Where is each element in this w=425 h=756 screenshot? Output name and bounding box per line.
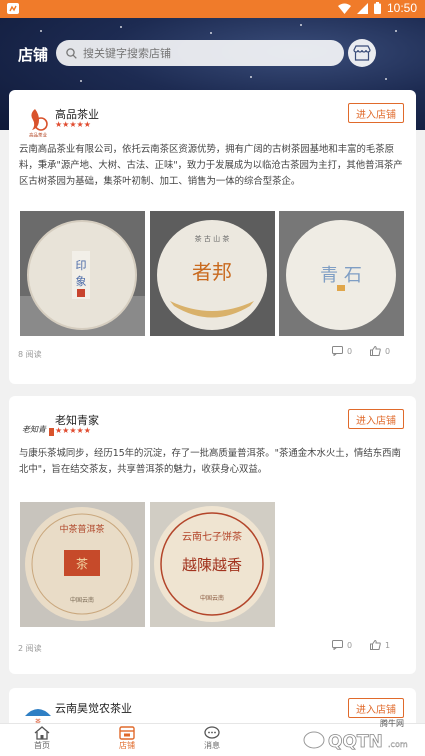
svg-text:象: 象 — [76, 275, 87, 288]
svg-text:者邦: 者邦 — [192, 260, 232, 284]
svg-text:老知青: 老知青 — [22, 425, 47, 434]
read-count: 8 阅读 — [18, 350, 42, 359]
svg-text:QQTN: QQTN — [328, 732, 383, 752]
svg-text:茶 古 山 茶: 茶 古 山 茶 — [195, 234, 230, 243]
enter-shop-button[interactable]: 进入店铺 — [348, 409, 404, 429]
thumbs-up-icon — [370, 346, 381, 356]
comment-count: 0 — [347, 346, 353, 356]
nav-item-messages[interactable]: 消息 — [192, 726, 232, 751]
nav-label: 消息 — [204, 741, 220, 750]
signal-icon — [356, 2, 368, 14]
svg-text:腾牛网: 腾牛网 — [380, 718, 404, 728]
svg-text:中国云南: 中国云南 — [200, 594, 224, 602]
read-count: 2 阅读 — [18, 644, 42, 653]
search-icon — [66, 47, 77, 59]
storefront-icon — [353, 45, 371, 61]
svg-text:印: 印 — [76, 259, 87, 272]
shop-card: 老知青 老知青家 ★★★★★ 进入店铺 与康乐茶城同步，经历15年的沉淀，存了一… — [9, 396, 416, 674]
nav-label: 店铺 — [119, 741, 135, 750]
shop-card: 高品茶业 高品茶业 ★★★★★ 进入店铺 云南高品茶业有限公司，依托云南茶区资源… — [9, 90, 416, 384]
comment-counter[interactable]: 0 — [332, 346, 352, 356]
comment-icon — [332, 640, 343, 650]
notification-icon — [7, 3, 19, 14]
shop-logo: 高品茶业 — [24, 109, 52, 138]
comment-counter[interactable]: 0 — [332, 640, 352, 650]
enter-shop-button[interactable]: 进入店铺 — [348, 103, 404, 123]
thumbs-up-icon — [370, 640, 381, 650]
search-input[interactable] — [83, 46, 313, 60]
shop-photo[interactable]: 中茶普洱茶 茶 中国云南 — [20, 502, 145, 627]
nav-item-home[interactable]: 首页 — [22, 726, 62, 751]
like-count: 0 — [385, 346, 391, 356]
like-count: 1 — [385, 640, 391, 650]
shop-photo[interactable]: 印 象 — [20, 211, 145, 336]
battery-icon — [373, 2, 381, 14]
nav-item-store[interactable]: 店铺 — [107, 726, 147, 751]
comment-count: 0 — [347, 640, 353, 650]
svg-text:中茶普洱茶: 中茶普洱茶 — [59, 523, 104, 535]
shop-logo: 老知青 — [22, 425, 54, 436]
shop-name: 云南昊觉农茶业 — [55, 702, 132, 715]
shop-photo[interactable]: 青 石 — [279, 211, 404, 336]
search-bar[interactable] — [56, 40, 344, 66]
shop-photo[interactable]: 者邦 茶 古 山 茶 — [150, 211, 275, 336]
shop-photo[interactable]: 云南七子饼茶 越陳越香 中国云南 — [150, 502, 275, 627]
comment-icon — [332, 346, 343, 356]
shop-description: 与康乐茶城同步，经历15年的沉淀，存了一批高质量普洱茶。"茶通金木水火土，情结东… — [19, 448, 401, 475]
watermark-logo: 腾牛网 QQTN .com — [303, 718, 408, 752]
message-icon — [204, 726, 220, 739]
svg-text:中国云南: 中国云南 — [70, 596, 94, 604]
nav-label: 首页 — [34, 741, 50, 750]
status-bar: 10:50 — [0, 0, 425, 18]
store-icon — [119, 726, 135, 740]
svg-text:青 石: 青 石 — [320, 265, 362, 286]
svg-text:.com: .com — [388, 740, 408, 749]
shop-description: 云南高品茶业有限公司，依托云南茶区资源优势，拥有广阔的古树茶园基地和丰富的毛茶原… — [19, 144, 403, 187]
like-counter[interactable]: 0 — [370, 346, 390, 356]
svg-text:云南七子饼茶: 云南七子饼茶 — [182, 530, 242, 543]
like-counter[interactable]: 1 — [370, 640, 390, 650]
wifi-icon — [337, 3, 351, 14]
store-button[interactable] — [348, 39, 376, 67]
home-icon — [34, 726, 50, 740]
page-title: 店铺 — [18, 46, 49, 64]
rating-stars: ★★★★★ — [55, 120, 91, 129]
status-time: 10:50 — [386, 1, 417, 15]
svg-text:越陳越香: 越陳越香 — [182, 556, 242, 574]
svg-text:茶: 茶 — [76, 556, 88, 571]
rating-stars: ★★★★★ — [55, 426, 91, 435]
